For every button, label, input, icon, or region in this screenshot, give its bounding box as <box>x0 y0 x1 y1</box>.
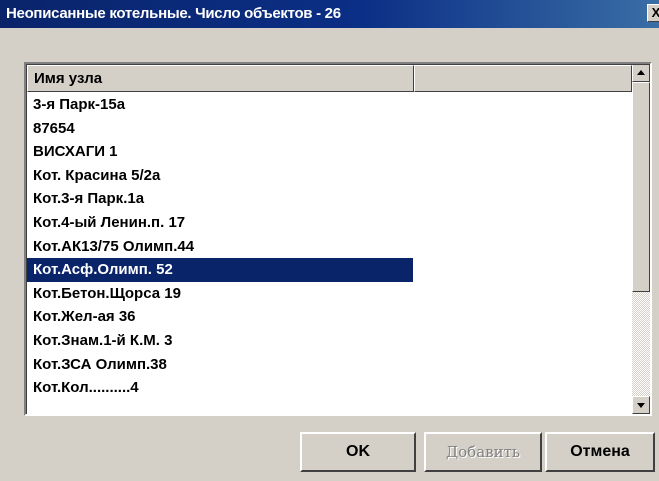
list-item[interactable]: ВИСХАГИ 1 <box>27 140 413 164</box>
list-item[interactable]: Кот.АК13/75 Олимп.44 <box>27 235 413 259</box>
node-list[interactable]: Имя узла 3-я Парк-15а 87654 ВИСХАГИ 1 Кот. … <box>24 62 652 416</box>
list-item[interactable]: Кот. Красина 5/2а <box>27 164 413 188</box>
scroll-up-button[interactable] <box>632 64 650 82</box>
list-item[interactable]: Кот.Жел-ая 36 <box>27 305 413 329</box>
column-header-blank[interactable] <box>414 65 632 92</box>
vertical-scrollbar[interactable] <box>632 64 650 414</box>
list-item[interactable]: Кот.Знам.1-й К.М. 3 <box>27 329 413 353</box>
arrow-down-icon <box>637 403 645 408</box>
ok-button[interactable]: OK <box>300 432 416 472</box>
list-item[interactable]: Кот.Асф.Олимп. 52 <box>27 258 413 282</box>
scroll-down-button[interactable] <box>632 396 650 414</box>
list-rows: 3-я Парк-15а 87654 ВИСХАГИ 1 Кот. Красина 5… <box>27 93 632 414</box>
add-button[interactable]: Добавить <box>424 432 542 472</box>
list-item[interactable]: Кот.Кол..........4 <box>27 376 413 400</box>
list-item[interactable]: Кот.ЗСА Олимп.38 <box>27 353 413 377</box>
arrow-up-icon <box>637 70 645 75</box>
close-icon[interactable]: X <box>647 4 659 22</box>
list-item[interactable]: 87654 <box>27 117 413 141</box>
window-title: Неописанные котельные. Число объектов - … <box>6 5 341 22</box>
list-item[interactable]: Кот.Бетон.Щорса 19 <box>27 282 413 306</box>
column-header-node-name[interactable]: Имя узла <box>27 65 414 92</box>
list-item[interactable]: Кот.3-я Парк.1а <box>27 187 413 211</box>
scroll-thumb[interactable] <box>632 82 650 292</box>
cancel-button[interactable]: Отмена <box>545 432 655 472</box>
list-item[interactable]: 3-я Парк-15а <box>27 93 413 117</box>
list-header: Имя узла <box>27 65 632 92</box>
list-item[interactable]: Кот.4-ый Ленин.п. 17 <box>27 211 413 235</box>
title-bar: Неописанные котельные. Число объектов - … <box>0 0 659 28</box>
